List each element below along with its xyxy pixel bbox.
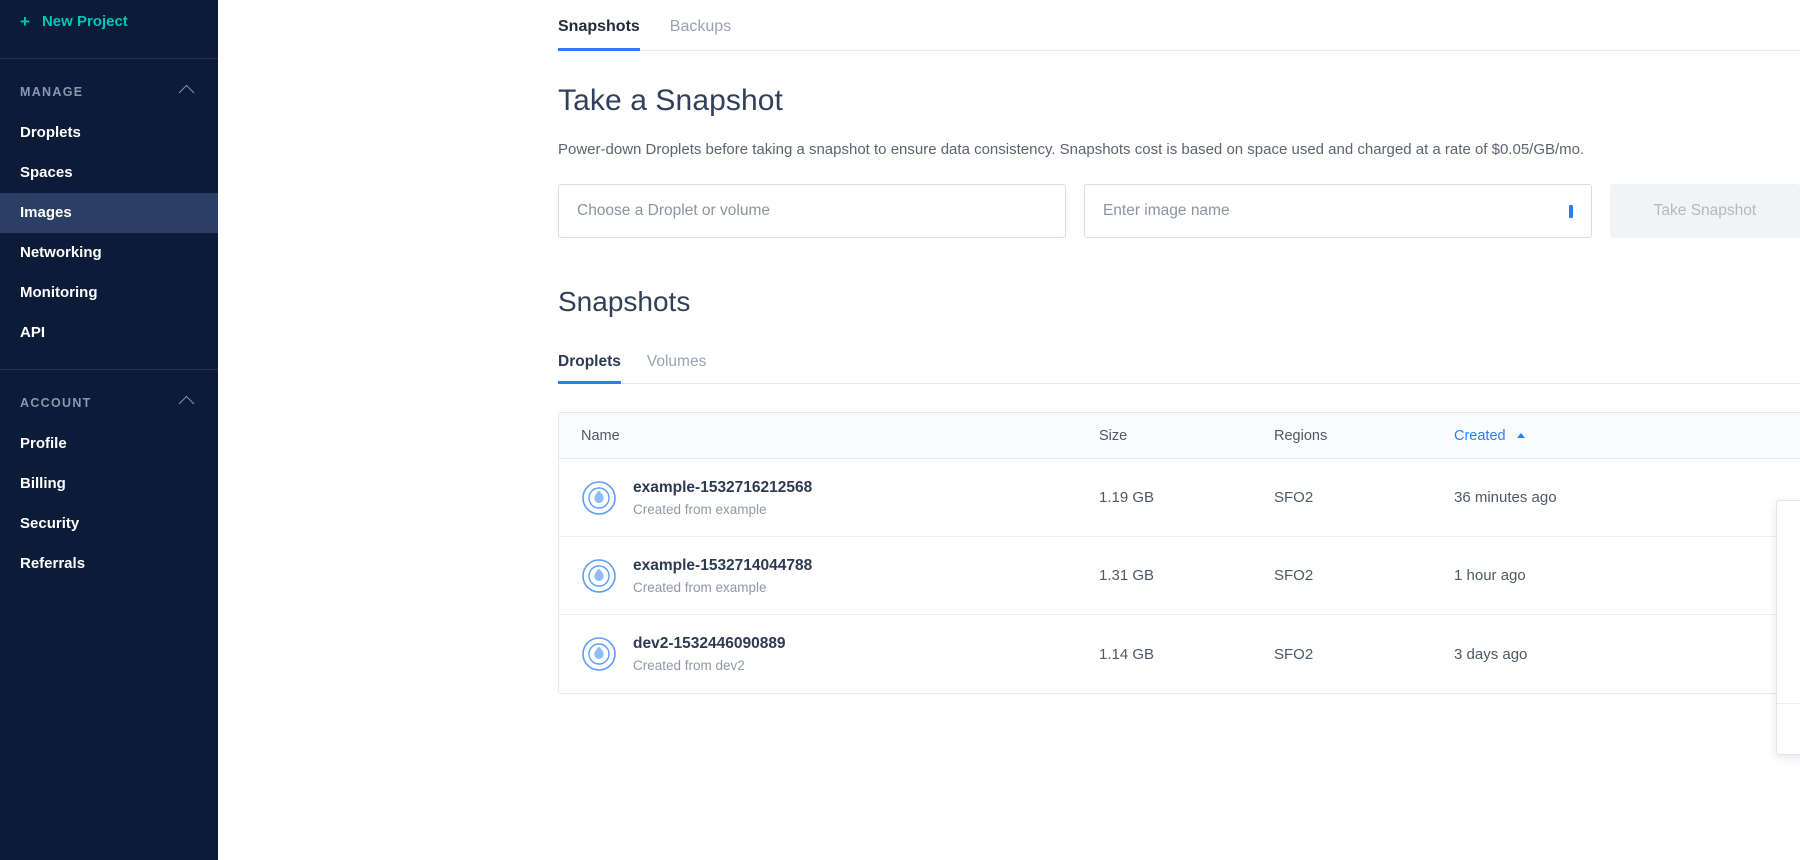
menu-item-create-droplet[interactable]: Create Droplet — [1777, 545, 1800, 583]
snapshot-size: 1.19 GB — [1099, 489, 1155, 506]
chevron-up-icon — [178, 395, 195, 411]
page-title: Take a Snapshot — [558, 84, 783, 117]
snapshot-name-text: example-1532716212568 Created from examp… — [633, 479, 812, 517]
plus-icon: + — [20, 11, 30, 31]
sidebar-item-spaces[interactable]: Spaces — [0, 153, 218, 193]
menu-item-rename[interactable]: Rename — [1777, 507, 1800, 545]
sidebar-item-profile[interactable]: Profile — [0, 424, 218, 464]
menu-divider — [1777, 703, 1800, 704]
sidebar-item-monitoring[interactable]: Monitoring — [0, 273, 218, 313]
sidebar-item-referrals[interactable]: Referrals — [0, 544, 218, 584]
image-name-input[interactable]: Enter image name — [1083, 184, 1592, 238]
snapshot-name: example-1532714044788 — [633, 556, 813, 574]
tab-snapshots[interactable]: Snapshots — [558, 18, 640, 51]
column-header-name[interactable]: Name — [559, 428, 1099, 444]
sub-tab-volumes[interactable]: Volumes — [647, 353, 706, 384]
column-header-regions[interactable]: Regions — [1274, 428, 1454, 444]
take-snapshot-button[interactable]: Take Snapshot — [1609, 184, 1800, 238]
sort-ascending-icon — [1516, 432, 1525, 438]
snapshot-name: example-1532716212568 — [633, 478, 813, 496]
more-dropdown-menu: Rename Create Droplet Add to region Chan… — [1776, 500, 1800, 755]
snapshot-source: Created from example — [633, 579, 767, 595]
sidebar-item-label: Droplets — [20, 124, 81, 141]
sidebar-item-billing[interactable]: Billing — [0, 464, 218, 504]
table-header-row: Name Size Regions Created — [559, 413, 1800, 459]
sidebar-item-label: Monitoring — [20, 284, 98, 301]
sidebar-section-account[interactable]: ACCOUNT — [0, 370, 218, 424]
sub-tab-label: Volumes — [646, 353, 707, 370]
sidebar-item-label: Security — [20, 515, 80, 532]
menu-item-delete[interactable]: Delete — [1777, 710, 1800, 748]
sidebar-section-manage-label: MANAGE — [20, 85, 84, 99]
snapshot-region: SFO2 — [1274, 645, 1314, 663]
snapshot-created: 3 days ago — [1454, 645, 1528, 663]
droplet-icon — [581, 636, 617, 672]
droplet-select-placeholder: Choose a Droplet or volume — [577, 202, 770, 219]
snapshots-table: Name Size Regions Created example-153271… — [558, 412, 1800, 694]
sidebar-item-label: Billing — [20, 475, 66, 492]
app-root: + New Project MANAGE Droplets Spaces Ima… — [0, 0, 1800, 860]
top-tab-bar: Snapshots Backups — [558, 0, 1800, 51]
menu-item-add-to-region[interactable]: Add to region — [1777, 583, 1800, 621]
take-snapshot-form: Choose a Droplet or volume Enter image n… — [558, 184, 1800, 238]
table-row[interactable]: dev2-1532446090889 Created from dev2 1.1… — [559, 615, 1800, 693]
sidebar-item-label: Profile — [20, 435, 67, 452]
sidebar: + New Project MANAGE Droplets Spaces Ima… — [0, 0, 218, 860]
sidebar-item-label: Spaces — [20, 164, 73, 181]
sidebar-item-security[interactable]: Security — [0, 504, 218, 544]
sidebar-item-label: Referrals — [20, 555, 86, 572]
table-row[interactable]: example-1532716212568 Created from examp… — [559, 459, 1800, 537]
table-row[interactable]: example-1532714044788 Created from examp… — [559, 537, 1800, 615]
snapshot-name-cell: dev2-1532446090889 Created from dev2 — [559, 635, 1099, 673]
sidebar-item-label: Images — [20, 204, 72, 221]
tab-label: Backups — [669, 18, 732, 35]
snapshot-name: dev2-1532446090889 — [633, 635, 786, 652]
snapshot-sub-tab-bar: Droplets Volumes — [558, 344, 1800, 384]
snapshots-heading: Snapshots — [558, 286, 691, 317]
sidebar-item-droplets[interactable]: Droplets — [0, 113, 218, 153]
column-header-label: Created — [1454, 427, 1506, 444]
snapshot-size: 1.31 GB — [1099, 567, 1155, 584]
new-project-label: New Project — [41, 12, 128, 30]
new-project-button[interactable]: + New Project — [0, 0, 218, 42]
menu-item-restore-droplet[interactable]: Restore Droplet — [1777, 659, 1800, 697]
column-header-size[interactable]: Size — [1099, 428, 1274, 444]
snapshot-name-text: dev2-1532446090889 Created from dev2 — [633, 635, 786, 673]
sub-tab-droplets[interactable]: Droplets — [558, 353, 621, 384]
text-caret-icon — [1568, 204, 1573, 218]
chevron-up-icon — [178, 84, 195, 100]
page-description: Power-down Droplets before taking a snap… — [558, 141, 1585, 158]
snapshot-created: 1 hour ago — [1454, 567, 1526, 584]
tab-backups[interactable]: Backups — [670, 18, 731, 51]
sidebar-item-api[interactable]: API — [0, 313, 218, 353]
snapshot-region: SFO2 — [1274, 489, 1314, 506]
main-content: Snapshots Backups Take a Snapshot Power-… — [218, 0, 1800, 860]
sub-tab-label: Droplets — [558, 353, 621, 370]
snapshot-region: SFO2 — [1274, 567, 1314, 584]
snapshot-created: 36 minutes ago — [1454, 489, 1557, 506]
column-header-created[interactable]: Created — [1454, 428, 1704, 444]
menu-item-change-owner[interactable]: Change owner — [1777, 621, 1800, 659]
droplet-select-input[interactable]: Choose a Droplet or volume — [558, 184, 1066, 238]
droplet-icon — [581, 558, 617, 594]
column-header-label: Name — [581, 427, 620, 444]
column-header-label: Size — [1099, 427, 1128, 444]
snapshot-name-cell: example-1532714044788 Created from examp… — [559, 557, 1099, 595]
sidebar-section-manage[interactable]: MANAGE — [0, 59, 218, 113]
column-header-label: Regions — [1274, 427, 1328, 444]
snapshot-name-text: example-1532714044788 Created from examp… — [633, 557, 812, 595]
sidebar-item-label: Networking — [20, 244, 102, 261]
sidebar-item-images[interactable]: Images — [0, 193, 218, 233]
tab-label: Snapshots — [558, 18, 640, 35]
snapshot-name-cell: example-1532716212568 Created from examp… — [559, 479, 1099, 517]
droplet-icon — [581, 480, 617, 516]
sidebar-section-account-label: ACCOUNT — [20, 396, 92, 410]
snapshot-source: Created from example — [633, 501, 767, 517]
sidebar-item-label: API — [20, 324, 46, 341]
snapshot-source: Created from dev2 — [633, 658, 745, 673]
snapshot-size: 1.14 GB — [1099, 645, 1155, 663]
sidebar-item-networking[interactable]: Networking — [0, 233, 218, 273]
image-name-placeholder: Enter image name — [1102, 202, 1230, 219]
